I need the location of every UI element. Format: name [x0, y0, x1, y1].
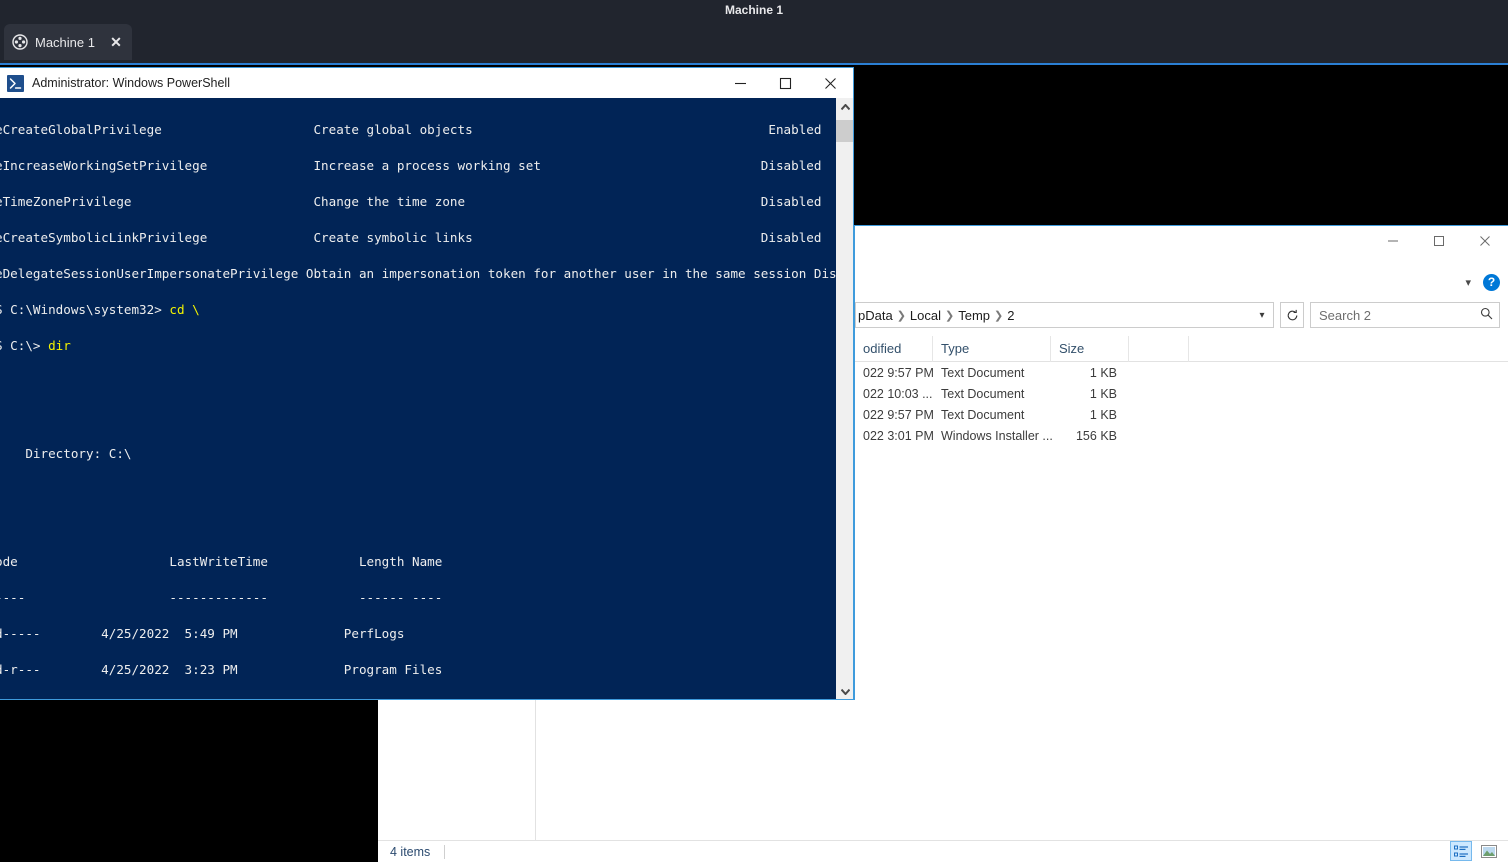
cell-type: Text Document [941, 386, 1025, 401]
breadcrumb[interactable]: pData ❯ Local ❯ Temp ❯ 2 ▾ [855, 302, 1274, 328]
cell-size: 1 KB [1089, 386, 1117, 401]
help-icon[interactable]: ? [1483, 273, 1500, 291]
cell-date-modified: 022 3:01 PM [863, 428, 934, 443]
console-blank [0, 412, 836, 424]
powershell-window[interactable]: Administrator: Windows PowerShell eCreat… [0, 67, 854, 700]
directory-header: Directory: C:\ [0, 446, 132, 461]
dir-column-rule: ---- ------------- ------ ---- [0, 590, 443, 605]
console-prompt-line: S C:\> dir [0, 338, 836, 353]
console-blank [0, 484, 836, 496]
cell-date-modified: 022 9:57 PM [863, 365, 934, 380]
cell-type: Windows Installer ... [941, 428, 1053, 443]
explorer-pane-divider [535, 700, 536, 840]
search-placeholder: Search 2 [1319, 307, 1372, 323]
table-row[interactable]: 022 3:01 PM Windows Installer ... 156 KB [855, 425, 1508, 446]
powershell-body[interactable]: eCreateGlobalPrivilege Create global obj… [0, 98, 853, 699]
table-row[interactable]: 022 9:57 PM Text Document 1 KB [855, 404, 1508, 425]
powershell-maximize-button[interactable] [763, 68, 808, 98]
dir-row: d-r--- 4/25/2022 3:23 PM Program Files [0, 662, 443, 677]
prompt-text: S C:\> [0, 338, 49, 353]
close-icon[interactable]: ✕ [108, 34, 124, 50]
console-line: eDelegateSessionUserImpersonatePrivilege… [0, 266, 836, 281]
dir-column-header: ode LastWriteTime Length Name [0, 554, 443, 569]
chevron-right-icon: ❯ [896, 309, 906, 322]
vm-window-title-text: Machine 1 [724, 3, 784, 17]
command-text: cd \ [169, 302, 200, 317]
explorer-column-headers: odified Type Size [855, 335, 1508, 362]
chevron-right-icon: ❯ [945, 309, 955, 322]
dir-row: d----- 4/25/2022 5:49 PM PerfLogs [0, 626, 405, 641]
powershell-window-controls [718, 68, 853, 98]
explorer-minimize-button[interactable] [1370, 226, 1416, 256]
powershell-minimize-button[interactable] [718, 68, 763, 98]
scroll-down-button[interactable] [836, 682, 853, 699]
vm-icon [12, 34, 28, 50]
details-view-icon[interactable] [1450, 841, 1472, 861]
explorer-maximize-button[interactable] [1416, 226, 1462, 256]
status-divider [444, 844, 446, 859]
prompt-text: S C:\Windows\system32> [0, 302, 170, 317]
explorer-close-button[interactable] [1462, 226, 1508, 256]
console-prompt-line: S C:\Windows\system32> cd \ [0, 302, 836, 317]
screen: Machine 1 Machine 1 ✕ ▾ ? pData ❯ Local … [0, 0, 1508, 862]
column-header-size[interactable]: Size [1051, 335, 1129, 362]
explorer-file-list[interactable]: 022 9:57 PM Text Document 1 KB 022 10:03… [855, 362, 1508, 446]
explorer-title-bar[interactable] [855, 226, 1508, 270]
command-text: dir [48, 338, 71, 353]
console-line: eCreateGlobalPrivilege Create global obj… [0, 122, 822, 137]
cell-date-modified: 022 10:03 ... [863, 386, 933, 401]
cell-type: Text Document [941, 407, 1025, 422]
vm-tab-strip: Machine 1 ✕ [0, 20, 1508, 64]
scrollbar-thumb[interactable] [836, 120, 853, 142]
refresh-icon[interactable] [1280, 302, 1304, 328]
powershell-scrollbar[interactable] [836, 98, 853, 699]
cell-size: 1 KB [1089, 407, 1117, 422]
breadcrumb-item-3[interactable]: 2 [1007, 308, 1014, 323]
table-row[interactable]: 022 9:57 PM Text Document 1 KB [855, 362, 1508, 383]
search-icon [1477, 307, 1495, 323]
scroll-up-button[interactable] [836, 98, 853, 117]
breadcrumb-item-2[interactable]: Temp [958, 308, 990, 323]
cell-size: 1 KB [1089, 365, 1117, 380]
console-line: eCreateSymbolicLinkPrivilege Create symb… [0, 230, 822, 245]
breadcrumb-items: pData ❯ Local ❯ Temp ❯ 2 [856, 308, 1253, 323]
explorer-address-bar: pData ❯ Local ❯ Temp ❯ 2 ▾ Search 2 [855, 300, 1500, 330]
powershell-title-text: Administrator: Windows PowerShell [32, 76, 230, 90]
chevron-down-icon[interactable]: ▾ [1253, 310, 1271, 321]
large-icons-view-icon[interactable] [1478, 841, 1500, 861]
explorer-view-buttons [1450, 840, 1500, 862]
column-header-type[interactable]: Type [933, 335, 1051, 362]
cell-size: 156 KB [1075, 428, 1117, 443]
table-row[interactable]: 022 10:03 ... Text Document 1 KB [855, 383, 1508, 404]
explorer-lower-pane: 4 items [378, 700, 1508, 862]
column-header-empty [1129, 335, 1189, 362]
breadcrumb-item-0[interactable]: pData [858, 308, 893, 323]
console-blank [0, 520, 836, 532]
column-header-date-modified[interactable]: odified [855, 335, 933, 362]
breadcrumb-item-1[interactable]: Local [910, 308, 941, 323]
cell-type: Text Document [941, 365, 1025, 380]
vm-window-title: Machine 1 [0, 0, 1508, 20]
powershell-icon [7, 74, 24, 92]
vm-tab-label: Machine 1 [35, 34, 95, 50]
console-blank [0, 376, 836, 388]
explorer-status-bar: 4 items [378, 840, 1508, 862]
cell-date-modified: 022 9:57 PM [863, 407, 934, 422]
vm-tab-machine-1[interactable]: Machine 1 ✕ [4, 24, 132, 60]
chevron-right-icon: ❯ [994, 309, 1004, 322]
console-line: eTimeZonePrivilege Change the time zone … [0, 194, 822, 209]
chevron-down-icon[interactable]: ▾ [1465, 276, 1471, 289]
explorer-window-controls [1370, 226, 1508, 256]
powershell-console-output[interactable]: eCreateGlobalPrivilege Create global obj… [0, 98, 836, 699]
search-input[interactable]: Search 2 [1310, 302, 1500, 328]
powershell-title-bar[interactable]: Administrator: Windows PowerShell [0, 68, 853, 98]
powershell-close-button[interactable] [808, 68, 853, 98]
status-item-count: 4 items [390, 844, 431, 859]
explorer-ribbon-row: ▾ ? [855, 270, 1508, 294]
console-line: eIncreaseWorkingSetPrivilege Increase a … [0, 158, 822, 173]
